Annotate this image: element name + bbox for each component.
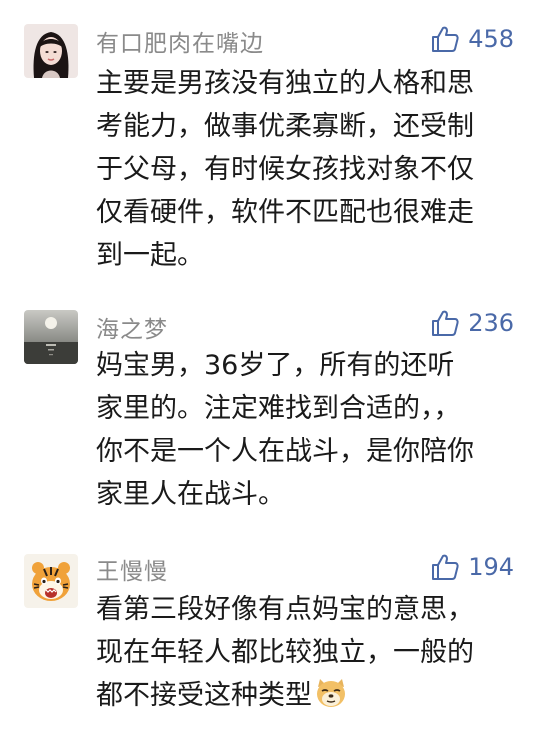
like-count: 458 (468, 25, 514, 53)
thumbs-up-icon (432, 26, 459, 52)
like-count: 236 (468, 309, 514, 337)
like-button[interactable]: 458 (430, 22, 514, 56)
comment-item: 王慢慢 194 看第三段好像有点妈宝的意思， 现在年轻人都比较独立，一般的 都不… (0, 530, 540, 732)
comment-line: 家里人在战斗。 (96, 479, 285, 510)
woman-portrait-icon (24, 24, 78, 78)
comment-line: 你不是一个人在战斗，是你陪你 (96, 436, 474, 467)
thumbs-up-icon (432, 554, 459, 580)
comment-item: 有口肥肉在嘴边 458 主要是男孩没有独立的人格和思 考能力，做事优柔寡断，还受… (0, 0, 540, 290)
comment-item: 海之梦 236 妈宝男，36岁了，所有的还听 家里的。注定难找到合适的，， 你不… (0, 290, 540, 530)
comment-line: 看第三段好像有点妈宝的意思， (96, 594, 474, 625)
moonlit-sea-icon (24, 310, 78, 364)
comment-username[interactable]: 有口肥肉在嘴边 (96, 24, 264, 58)
tiger-cartoon-icon (24, 554, 78, 608)
comment-line: 到一起。 (96, 240, 204, 271)
thumbs-up-icon (432, 310, 459, 336)
like-count: 194 (468, 553, 514, 581)
comment-line: 都不接受这种类型 (96, 674, 516, 717)
like-button[interactable]: 236 (430, 306, 514, 340)
avatar[interactable] (24, 24, 78, 78)
comment-line: 家里的。注定难找到合适的，， (96, 393, 461, 424)
like-button[interactable]: 194 (430, 550, 514, 584)
avatar[interactable] (24, 554, 78, 608)
comment-line: 现在年轻人都比较独立，一般的 (96, 637, 474, 668)
comment-line: 主要是男孩没有独立的人格和思 (96, 68, 474, 99)
doge-emoji-icon (317, 679, 345, 707)
comment-username[interactable]: 海之梦 (96, 310, 168, 344)
comment-line: 妈宝男，36岁了，所有的还听 (96, 350, 455, 381)
comment-text: 看第三段好像有点妈宝的意思， 现在年轻人都比较独立，一般的 都不接受这种类型 (96, 588, 516, 717)
comment-line: 考能力，做事优柔寡断，还受制 (96, 111, 474, 142)
comment-line-text: 都不接受这种类型 (96, 680, 312, 711)
comment-text: 妈宝男，36岁了，所有的还听 家里的。注定难找到合适的，， 你不是一个人在战斗，… (96, 344, 516, 516)
comment-line: 于父母，有时候女孩找对象不仅 (96, 154, 474, 185)
comment-line: 仅看硬件，软件不匹配也很难走 (96, 197, 474, 228)
comment-text: 主要是男孩没有独立的人格和思 考能力，做事优柔寡断，还受制 于父母，有时候女孩找… (96, 62, 516, 277)
comment-username[interactable]: 王慢慢 (96, 552, 168, 586)
avatar[interactable] (24, 310, 78, 364)
